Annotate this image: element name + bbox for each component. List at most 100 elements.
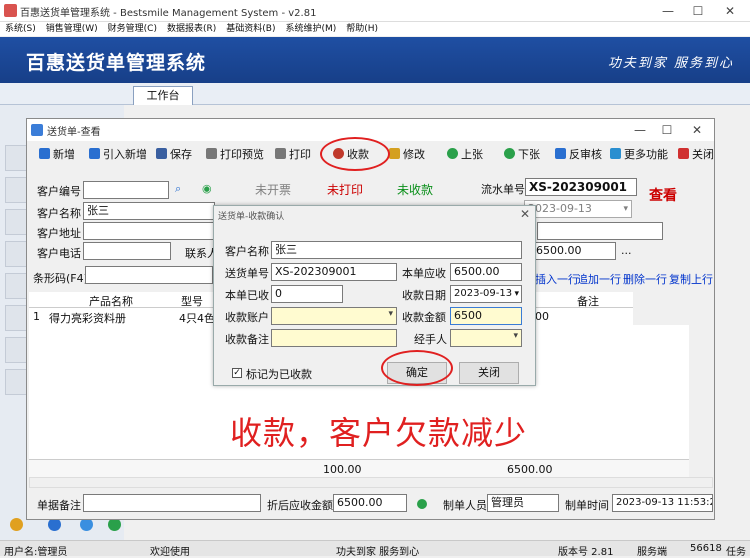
undo-icon xyxy=(555,148,566,159)
dlg-memo-input[interactable] xyxy=(271,329,397,347)
nav-button[interactable] xyxy=(5,177,27,203)
app-banner: 百惠送货单管理系统 功夫到家 服务到心 xyxy=(0,37,750,83)
footer-row: 单据备注 折后应收金额 6500.00 制单人员 管理员 制单时间 2023-0… xyxy=(27,491,714,519)
print-button[interactable]: 打印 xyxy=(275,146,311,164)
insert-row-link[interactable]: 插入一行 xyxy=(535,271,579,287)
print-preview-button[interactable]: 打印预览 xyxy=(206,146,264,164)
mark-paid-checkbox[interactable]: ✓ xyxy=(232,368,242,378)
unapprove-button[interactable]: 反审核 xyxy=(555,146,602,164)
printer-icon xyxy=(206,148,217,159)
chevron-down-icon: ▾ xyxy=(513,331,518,341)
next-button[interactable]: 下张 xyxy=(504,146,540,164)
close-icon[interactable]: ✕ xyxy=(520,207,530,221)
label-dlg-date: 收款日期 xyxy=(402,289,446,302)
mark-paid-label: 标记为已收款 xyxy=(246,368,312,381)
nav-button[interactable] xyxy=(5,273,27,299)
label-barcode: 条形码(F4) xyxy=(33,272,88,285)
menu-maintenance[interactable]: 系统维护(M) xyxy=(280,22,341,36)
horizontal-scrollbar[interactable] xyxy=(29,477,713,488)
nav-button[interactable] xyxy=(5,369,27,395)
right-field-row3[interactable] xyxy=(537,222,663,240)
menu-reports[interactable]: 数据报表(R) xyxy=(162,22,221,36)
new-button[interactable]: 新增 xyxy=(39,146,75,164)
edit-button[interactable]: 修改 xyxy=(389,146,425,164)
payment-confirm-dialog: 送货单-收款确认 ✕ 客户名称 张三 送货单号 XS-202309001 本单应… xyxy=(213,205,536,386)
save-button[interactable]: 保存 xyxy=(156,146,192,164)
row-index: 1 xyxy=(33,310,40,323)
close-icon[interactable]: ✕ xyxy=(689,122,705,138)
customer-name-input[interactable]: 张三 xyxy=(83,202,215,220)
make-time-field: 2023-09-13 11:53:24 xyxy=(612,494,713,512)
menu-help[interactable]: 帮助(H) xyxy=(341,22,383,36)
append-row-link[interactable]: 追加一行 xyxy=(577,271,621,287)
close-icon[interactable]: ✕ xyxy=(722,3,738,19)
highlight-circle-confirm xyxy=(381,350,453,386)
dlg-order-no-field[interactable]: XS-202309001 xyxy=(271,263,397,281)
label-after-discount: 折后应收金额 xyxy=(267,499,333,512)
banner-title: 百惠送货单管理系统 xyxy=(26,52,207,74)
label-customer-name: 客户名称 xyxy=(37,207,81,220)
delete-row-link[interactable]: 删除一行 xyxy=(623,271,667,287)
menu-system[interactable]: 系统(S) xyxy=(0,22,41,36)
dlg-handler-select[interactable]: ▾ xyxy=(450,329,522,347)
nav-button[interactable] xyxy=(5,209,27,235)
col-product[interactable]: 产品名称 xyxy=(89,293,133,309)
close-window-button[interactable]: 关闭 xyxy=(678,146,714,164)
maximize-icon[interactable]: ☐ xyxy=(690,3,706,19)
nav-button[interactable] xyxy=(5,337,27,363)
dlg-receivable-field[interactable]: 6500.00 xyxy=(450,263,522,281)
nav-button[interactable] xyxy=(5,145,27,171)
app-titlebar: 百惠送货单管理系统 - Bestsmile Management System … xyxy=(0,0,750,22)
cancel-button[interactable]: 关闭 xyxy=(459,362,519,384)
label-dlg-account: 收款账户 xyxy=(225,311,269,324)
customer-addr-input[interactable] xyxy=(83,222,215,240)
nav-button[interactable] xyxy=(5,241,27,267)
cell-amount-partial[interactable]: 00 xyxy=(535,310,549,323)
customer-no-input[interactable] xyxy=(83,181,169,199)
grid-icon xyxy=(610,148,621,159)
dlg-customer-name-field[interactable]: 张三 xyxy=(271,241,522,259)
col-model[interactable]: 型号 xyxy=(181,293,203,309)
label-make-time: 制单时间 xyxy=(565,499,609,512)
window-titlebar: 送货单-查看 — ☐ ✕ xyxy=(27,119,714,141)
status-bar: 用户名:管理员 欢迎使用 功夫到家 服务到心 版本号 2.81 服务端 5661… xyxy=(0,540,750,558)
status-code: 56618 xyxy=(690,543,722,554)
window-icon xyxy=(31,124,43,136)
maximize-icon[interactable]: ☐ xyxy=(659,122,675,138)
more-button[interactable]: 更多功能 xyxy=(610,146,668,164)
folder-icon[interactable] xyxy=(10,518,23,531)
dlg-amount-input[interactable]: 6500 xyxy=(450,307,522,325)
copy-row-link[interactable]: 复制上行 xyxy=(669,271,713,287)
highlight-circle-collect xyxy=(320,137,390,171)
banner-slogan: 功夫到家 服务到心 xyxy=(607,56,734,71)
memo-input[interactable] xyxy=(83,494,261,512)
barcode-input[interactable] xyxy=(85,266,213,284)
menu-sales[interactable]: 销售管理(W) xyxy=(41,22,103,36)
col-remark[interactable]: 备注 xyxy=(577,293,599,309)
chevron-down-icon[interactable]: ▾ xyxy=(514,286,519,302)
cell-product[interactable]: 得力亮彩资料册 xyxy=(49,310,126,326)
nav-button[interactable] xyxy=(5,305,27,331)
calendar-dropdown-icon[interactable]: ▾ xyxy=(623,201,628,217)
more-ellipsis-button[interactable]: ... xyxy=(621,244,632,257)
date-picker[interactable]: 2023-09-13 ▾ xyxy=(524,200,632,218)
after-discount-field[interactable]: 6500.00 xyxy=(333,494,407,512)
label-serial-no: 流水单号 xyxy=(481,183,525,196)
menu-base-data[interactable]: 基础资料(B) xyxy=(221,22,280,36)
refresh-icon[interactable]: ◉ xyxy=(202,182,212,195)
import-new-button[interactable]: 引入新增 xyxy=(89,146,147,164)
arrow-right-icon xyxy=(504,148,515,159)
dlg-account-select[interactable]: ▾ xyxy=(271,307,397,325)
customer-phone-input[interactable] xyxy=(83,242,171,260)
serial-no-field: XS-202309001 xyxy=(525,178,637,196)
search-icon[interactable]: ⌕ xyxy=(175,182,181,196)
tab-workbench[interactable]: 工作台 xyxy=(133,86,193,105)
minimize-icon[interactable]: — xyxy=(632,122,648,138)
menu-finance[interactable]: 财务管理(C) xyxy=(103,22,162,36)
minimize-icon[interactable]: — xyxy=(660,3,676,19)
prev-button[interactable]: 上张 xyxy=(447,146,483,164)
grid-total-row: 100.00 6500.00 xyxy=(29,459,689,477)
dlg-date-picker[interactable]: 2023-09-13 ▾ xyxy=(450,285,522,303)
dlg-already-field[interactable]: 0 xyxy=(271,285,343,303)
label-dlg-order-no: 送货单号 xyxy=(225,267,269,280)
